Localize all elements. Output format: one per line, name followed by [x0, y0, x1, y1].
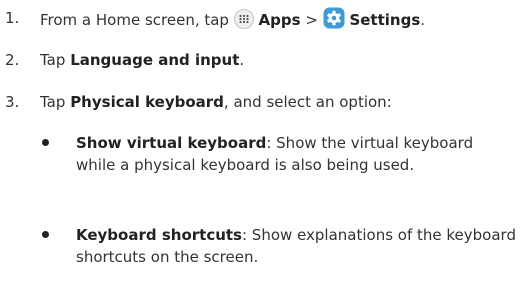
bullet-dot: [42, 139, 49, 146]
step-text: From a Home screen, tap Apps > Settings.: [40, 7, 425, 35]
step-prefix: Tap: [40, 93, 66, 111]
step-number: 3.: [5, 93, 20, 111]
option-text: Keyboard shortcuts: Show explanations of…: [76, 224, 516, 268]
apps-grid-icon: [233, 9, 254, 35]
path-separator: >: [305, 11, 318, 29]
option-title: Keyboard shortcuts: [76, 226, 242, 244]
settings-gear-icon: [323, 7, 345, 35]
instructions-document: 1. From a Home screen, tap Apps > Settin…: [0, 0, 524, 293]
language-and-input-label: Language and input: [70, 51, 240, 69]
step-text: Tap Language and input.: [40, 49, 244, 71]
step-end: .: [420, 11, 426, 29]
step-number: 1.: [5, 9, 20, 27]
option-text: Show virtual keyboard: Show the virtual …: [76, 132, 516, 176]
step-text: Tap Physical keyboard, and select an opt…: [40, 91, 392, 113]
apps-label: Apps: [258, 11, 301, 29]
option-title: Show virtual keyboard: [76, 134, 267, 152]
bullet-dot: [42, 231, 49, 238]
step-end: .: [239, 51, 245, 69]
physical-keyboard-label: Physical keyboard: [70, 93, 224, 111]
settings-label: Settings: [349, 11, 421, 29]
step-prefix: From a Home screen, tap: [40, 11, 229, 29]
step-prefix: Tap: [40, 51, 66, 69]
step-end: , and select an option:: [223, 93, 392, 111]
step-number: 2.: [5, 51, 20, 69]
